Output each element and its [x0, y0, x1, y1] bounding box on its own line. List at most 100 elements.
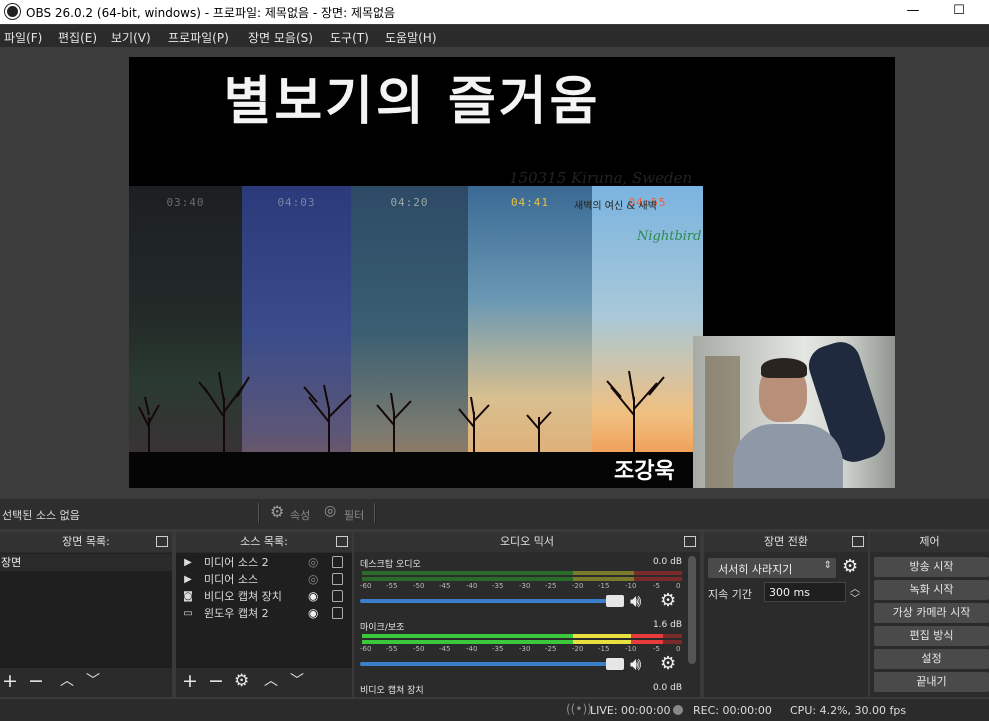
source-toolbar: 선택된 소스 없음 ⚙ 속성 ◎ 필터: [0, 499, 989, 529]
volume-slider[interactable]: [360, 658, 624, 670]
start-streaming-button[interactable]: 방송 시작: [874, 557, 989, 577]
play-icon: ▶: [184, 574, 192, 585]
start-virtual-camera-button[interactable]: 가상 카메라 시작: [874, 603, 989, 623]
no-source-label: 선택된 소스 없음: [2, 509, 80, 522]
title-bar: OBS 26.0.2 (64-bit, windows) - 프로파일: 제목없…: [0, 0, 989, 24]
mixer-header: 오디오 믹서: [499, 535, 555, 548]
person-shirt: [733, 424, 843, 488]
program-canvas[interactable]: 별보기의 즐거움 03:40 04:03 04:20 04:41 04:55 1…: [129, 57, 895, 488]
lock-icon[interactable]: [332, 607, 343, 619]
dock-float-icon[interactable]: [156, 536, 168, 547]
note-line-1: 150315 Kiruna, Sweden: [509, 169, 693, 187]
source-item[interactable]: ▭ 윈도우 캡쳐 2 ◉: [180, 605, 360, 622]
source-move-down-button[interactable]: ﹀: [290, 670, 304, 692]
obs-logo-icon: [5, 4, 20, 19]
duration-label: 지속 기간: [708, 588, 752, 601]
transitions-header: 장면 전환: [764, 535, 808, 548]
lock-icon[interactable]: [332, 556, 343, 568]
sources-dock: 소스 목록: ▶ 미디어 소스 2 ◎ ▶ 미디어 소스 ◎ ◙ 비디오 캡쳐 …: [176, 532, 352, 697]
chevron-down-icon[interactable]: ﹀: [850, 590, 860, 605]
add-source-button[interactable]: +: [182, 670, 198, 692]
name-caption: 조강욱: [614, 459, 675, 484]
scenes-header: 장면 목록:: [62, 535, 110, 548]
rec-timer: REC: 00:00:00: [693, 704, 772, 717]
camera-icon: ◙: [183, 591, 193, 602]
menu-view[interactable]: 보기(V): [111, 29, 151, 46]
filter-icon: ◎: [324, 503, 337, 519]
source-properties-gear-icon[interactable]: ⚙: [234, 670, 249, 692]
source-item[interactable]: ▶ 미디어 소스 2 ◎: [180, 554, 360, 571]
move-down-button[interactable]: ﹀: [86, 670, 100, 692]
updown-icon: ⇕: [823, 560, 832, 571]
minimize-button[interactable]: —: [890, 0, 936, 24]
play-icon: ▶: [184, 557, 192, 568]
dock-float-icon[interactable]: [684, 536, 696, 547]
move-up-button[interactable]: ︿: [60, 670, 74, 692]
transitions-dock: 장면 전환 서서히 사라지기 ⇕ ⚙ 지속 기간 300 ms ︿ ﹀: [704, 532, 868, 697]
scene-list[interactable]: 장면: [0, 553, 172, 668]
start-recording-button[interactable]: 녹화 시작: [874, 580, 989, 600]
mixer-track-desktop: 데스크탑 오디오 0.0 dB -60 -55 -50 -45 -40 -35 …: [360, 557, 682, 612]
dock-float-icon[interactable]: [336, 536, 348, 547]
volume-slider-handle[interactable]: [606, 658, 624, 670]
preview-title: 별보기의 즐거움: [223, 72, 601, 132]
menu-edit[interactable]: 편집(E): [58, 29, 97, 46]
add-scene-button[interactable]: +: [2, 670, 18, 692]
menu-file[interactable]: 파일(F): [4, 29, 42, 46]
source-move-up-button[interactable]: ︿: [264, 670, 278, 692]
window-title: OBS 26.0.2 (64-bit, windows) - 프로파일: 제목없…: [26, 6, 396, 20]
menu-scene-collection[interactable]: 장면 모음(S): [248, 29, 313, 46]
transition-select[interactable]: 서서히 사라지기 ⇕: [708, 558, 836, 578]
eye-icon[interactable]: ◉: [308, 605, 318, 622]
sources-header: 소스 목록:: [240, 535, 288, 548]
filters-button[interactable]: ◎ 필터: [322, 503, 372, 522]
menu-profile[interactable]: 프로파일(P): [168, 29, 229, 46]
status-bar: ((•)) LIVE: 00:00:00 REC: 00:00:00 CPU: …: [0, 699, 989, 721]
rec-dot-icon: [673, 705, 683, 715]
tree-silhouettes: [138, 370, 665, 453]
source-item[interactable]: ◙ 비디오 캡쳐 장치 ◉: [180, 588, 360, 605]
remove-source-button[interactable]: −: [208, 670, 224, 692]
note-line-2: 새벽의 여신 & 새벽: [574, 201, 657, 212]
cpu-fps: CPU: 4.2%, 30.00 fps: [790, 704, 907, 717]
lock-icon[interactable]: [332, 573, 343, 585]
source-item[interactable]: ▶ 미디어 소스 ◎: [180, 571, 360, 588]
mixer-track-video: 비디오 캡쳐 장치 0.0 dB: [360, 683, 682, 696]
volume-meter: [362, 634, 682, 638]
source-list[interactable]: ▶ 미디어 소스 2 ◎ ▶ 미디어 소스 ◎ ◙ 비디오 캡쳐 장치 ◉ ▭ …: [176, 553, 352, 668]
volume-meter: [362, 571, 682, 575]
live-timer: LIVE: 00:00:00: [590, 704, 671, 717]
signature: Nightbird: [637, 229, 702, 244]
mixer-track-mic: 마이크/보조 1.6 dB -60 -55 -50 -45 -40 -35 -3…: [360, 620, 682, 675]
controls-header: 제어: [919, 535, 940, 548]
speaker-icon[interactable]: 🔊︎: [630, 591, 641, 612]
panel-time-1: 03:40: [166, 196, 205, 209]
mixer-scrollbar[interactable]: [688, 556, 696, 664]
transition-gear-icon[interactable]: ⚙: [842, 556, 858, 577]
eye-hidden-icon[interactable]: ◎: [308, 571, 318, 588]
lock-icon[interactable]: [332, 590, 343, 602]
broadcast-icon: ((•)): [566, 702, 592, 716]
dock-float-icon[interactable]: [852, 536, 864, 547]
properties-button[interactable]: ⚙ 속성: [268, 502, 318, 522]
speaker-icon[interactable]: 🔊︎: [630, 654, 641, 675]
settings-button[interactable]: 설정: [874, 649, 989, 669]
eye-hidden-icon[interactable]: ◎: [308, 554, 318, 571]
studio-mode-button[interactable]: 편집 방식: [874, 626, 989, 646]
eye-icon[interactable]: ◉: [308, 588, 318, 605]
panel-time-3: 04:20: [390, 196, 429, 209]
menu-help[interactable]: 도움말(H): [385, 29, 437, 46]
scene-item[interactable]: 장면: [0, 554, 172, 571]
maximize-button[interactable]: ☐: [936, 0, 982, 24]
gear-icon[interactable]: ⚙: [660, 653, 676, 674]
exit-button[interactable]: 끝내기: [874, 672, 989, 692]
webcam-feed: [693, 336, 895, 488]
menu-bar: 파일(F) 편집(E) 보기(V) 프로파일(P) 장면 모음(S) 도구(T)…: [0, 25, 989, 47]
gear-icon[interactable]: ⚙: [660, 590, 676, 611]
volume-slider[interactable]: [360, 595, 624, 607]
gear-icon: ⚙: [270, 502, 285, 521]
remove-scene-button[interactable]: −: [28, 670, 44, 692]
duration-input[interactable]: 300 ms: [764, 582, 846, 602]
menu-tools[interactable]: 도구(T): [330, 29, 369, 46]
volume-slider-handle[interactable]: [606, 595, 624, 607]
